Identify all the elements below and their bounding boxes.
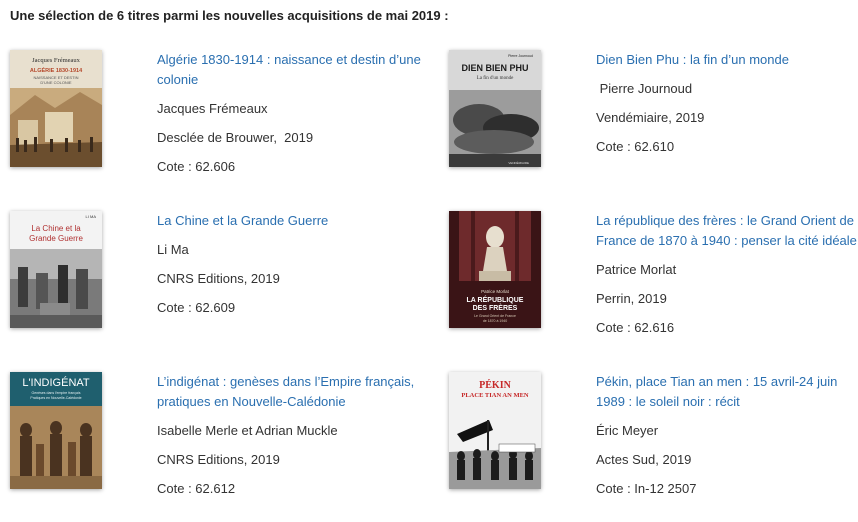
book-cote: Cote : 62.609	[157, 300, 236, 315]
cover-text: L'INDIGÉNAT	[22, 376, 90, 389]
book-item: Pierre Journoud DIEN BIEN PHU La fin d'u…	[449, 50, 858, 200]
book-cote: Cote : 62.606	[157, 159, 236, 174]
cover-text: La Chine et la	[31, 224, 81, 233]
book-item: L'INDIGÉNAT Genèses dans l'empire frança…	[10, 372, 420, 522]
book-title-link[interactable]: Algérie 1830-1914 : naissance et destin …	[157, 50, 427, 90]
book-publisher: Desclée de Brouwer, 2019	[157, 130, 314, 145]
book-cote: Cote : 62.616	[596, 320, 675, 335]
book-item: LI MA La Chine et la Grande Guerre La Ch…	[10, 211, 420, 361]
book-publisher: Vendémiaire, 2019	[596, 110, 705, 125]
book-publisher: Actes Sud, 2019	[596, 452, 692, 467]
cover-text: La fin d'un monde	[477, 76, 514, 81]
book-author: Éric Meyer	[596, 423, 659, 438]
book-publisher: Perrin, 2019	[596, 291, 667, 306]
book-title-link[interactable]: L’indigénat : genèses dans l’Empire fran…	[157, 372, 427, 412]
book-author: Li Ma	[157, 242, 189, 257]
cover-text: PÉKIN	[479, 379, 511, 391]
book-publisher: CNRS Editions, 2019	[157, 271, 280, 286]
book-publisher: CNRS Editions, 2019	[157, 452, 280, 467]
cover-text: Genèses dans l'empire français	[32, 391, 81, 395]
book-cote: Cote : In-12 2507	[596, 481, 697, 496]
book-item: Patrice Morlat LA RÉPUBLIQUE DES FRÈRES …	[449, 211, 858, 361]
cover-text: DIEN BIEN PHU	[461, 63, 528, 73]
book-author: Patrice Morlat	[596, 262, 677, 277]
book-cote: Cote : 62.612	[157, 481, 236, 496]
cover-text: Grande Guerre	[29, 234, 83, 243]
cover-image-pekin: PÉKIN PLACE TIAN AN MEN	[449, 372, 541, 489]
cover-image-indigenat: L'INDIGÉNAT Genèses dans l'empire frança…	[10, 372, 102, 489]
book-author: Pierre Journoud	[596, 81, 693, 96]
book-author: Jacques Frémeaux	[157, 101, 268, 116]
cover-text: Le Grand Orient de France	[474, 314, 516, 318]
cover-text: ALGÉRIE 1830-1914	[30, 66, 83, 74]
cover-text: PLACE TIAN AN MEN	[461, 392, 529, 399]
book-item: PÉKIN PLACE TIAN AN MEN Pékin, place Tia…	[449, 372, 858, 522]
cover-text: VENDÉMIAIRE	[508, 160, 529, 165]
cover-image-dien-bien-phu: Pierre Journoud DIEN BIEN PHU La fin d'u…	[449, 50, 541, 167]
cover-text: DES FRÈRES	[473, 303, 518, 312]
book-cover[interactable]: PÉKIN PLACE TIAN AN MEN	[449, 372, 541, 489]
book-cover[interactable]: L'INDIGÉNAT Genèses dans l'empire frança…	[10, 372, 102, 489]
cover-text: LI MA	[86, 214, 97, 219]
book-cover[interactable]: Pierre Journoud DIEN BIEN PHU La fin d'u…	[449, 50, 541, 167]
cover-text: LA RÉPUBLIQUE	[467, 295, 524, 304]
cover-text: Pierre Journoud	[508, 54, 533, 58]
page-heading: Une sélection de 6 titres parmi les nouv…	[10, 8, 449, 23]
cover-text: Pratiques en Nouvelle-Calédonie	[30, 396, 81, 400]
book-title-link[interactable]: Pékin, place Tian an men : 15 avril-24 j…	[596, 372, 858, 412]
book-cover[interactable]: Jacques Frémeaux ALGÉRIE 1830-1914 NAISS…	[10, 50, 102, 167]
book-author: Isabelle Merle et Adrian Muckle	[157, 423, 338, 438]
cover-text: de 1870 à 1940	[483, 319, 507, 323]
book-title-link[interactable]: La Chine et la Grande Guerre	[157, 211, 427, 231]
cover-text: Jacques Frémeaux	[32, 57, 81, 64]
book-item: Jacques Frémeaux ALGÉRIE 1830-1914 NAISS…	[10, 50, 421, 200]
cover-image-republique-freres: Patrice Morlat LA RÉPUBLIQUE DES FRÈRES …	[449, 211, 541, 328]
book-title-link[interactable]: Dien Bien Phu : la fin d’un monde	[596, 50, 858, 70]
book-cover[interactable]: LI MA La Chine et la Grande Guerre	[10, 211, 102, 328]
cover-image-algerie: Jacques Frémeaux ALGÉRIE 1830-1914 NAISS…	[10, 50, 102, 167]
book-cover[interactable]: Patrice Morlat LA RÉPUBLIQUE DES FRÈRES …	[449, 211, 541, 328]
book-cote: Cote : 62.610	[596, 139, 675, 154]
cover-image-chine-grande-guerre: LI MA La Chine et la Grande Guerre	[10, 211, 102, 328]
cover-text: Patrice Morlat	[481, 289, 510, 294]
book-title-link[interactable]: La république des frères : le Grand Orie…	[596, 211, 858, 251]
cover-text: D'UNE COLONIE	[40, 80, 72, 85]
